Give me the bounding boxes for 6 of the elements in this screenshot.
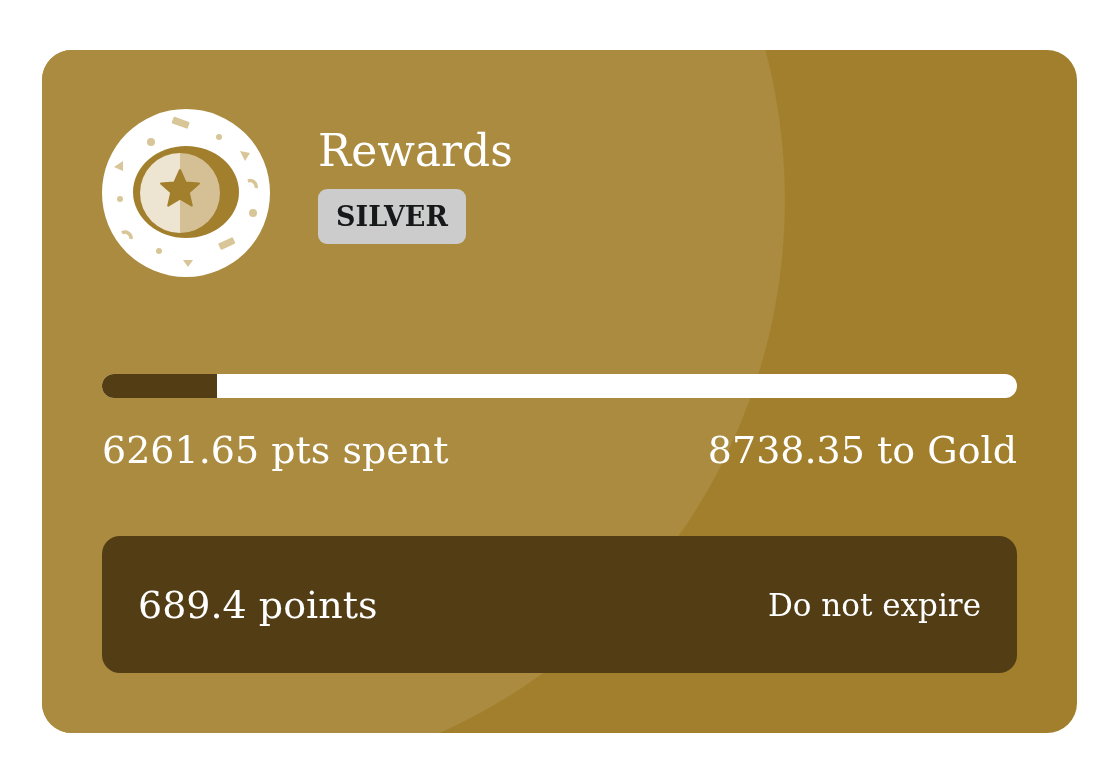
points-balance-text: 689.4 points (138, 582, 378, 627)
points-to-next-tier-text: 8738.35 to Gold (707, 427, 1017, 473)
card-title: Rewards (318, 124, 513, 178)
points-spent-text: 6261.65 pts spent (102, 427, 449, 473)
expiry-text: Do not expire (767, 586, 981, 623)
tier-badge: SILVER (318, 189, 466, 244)
